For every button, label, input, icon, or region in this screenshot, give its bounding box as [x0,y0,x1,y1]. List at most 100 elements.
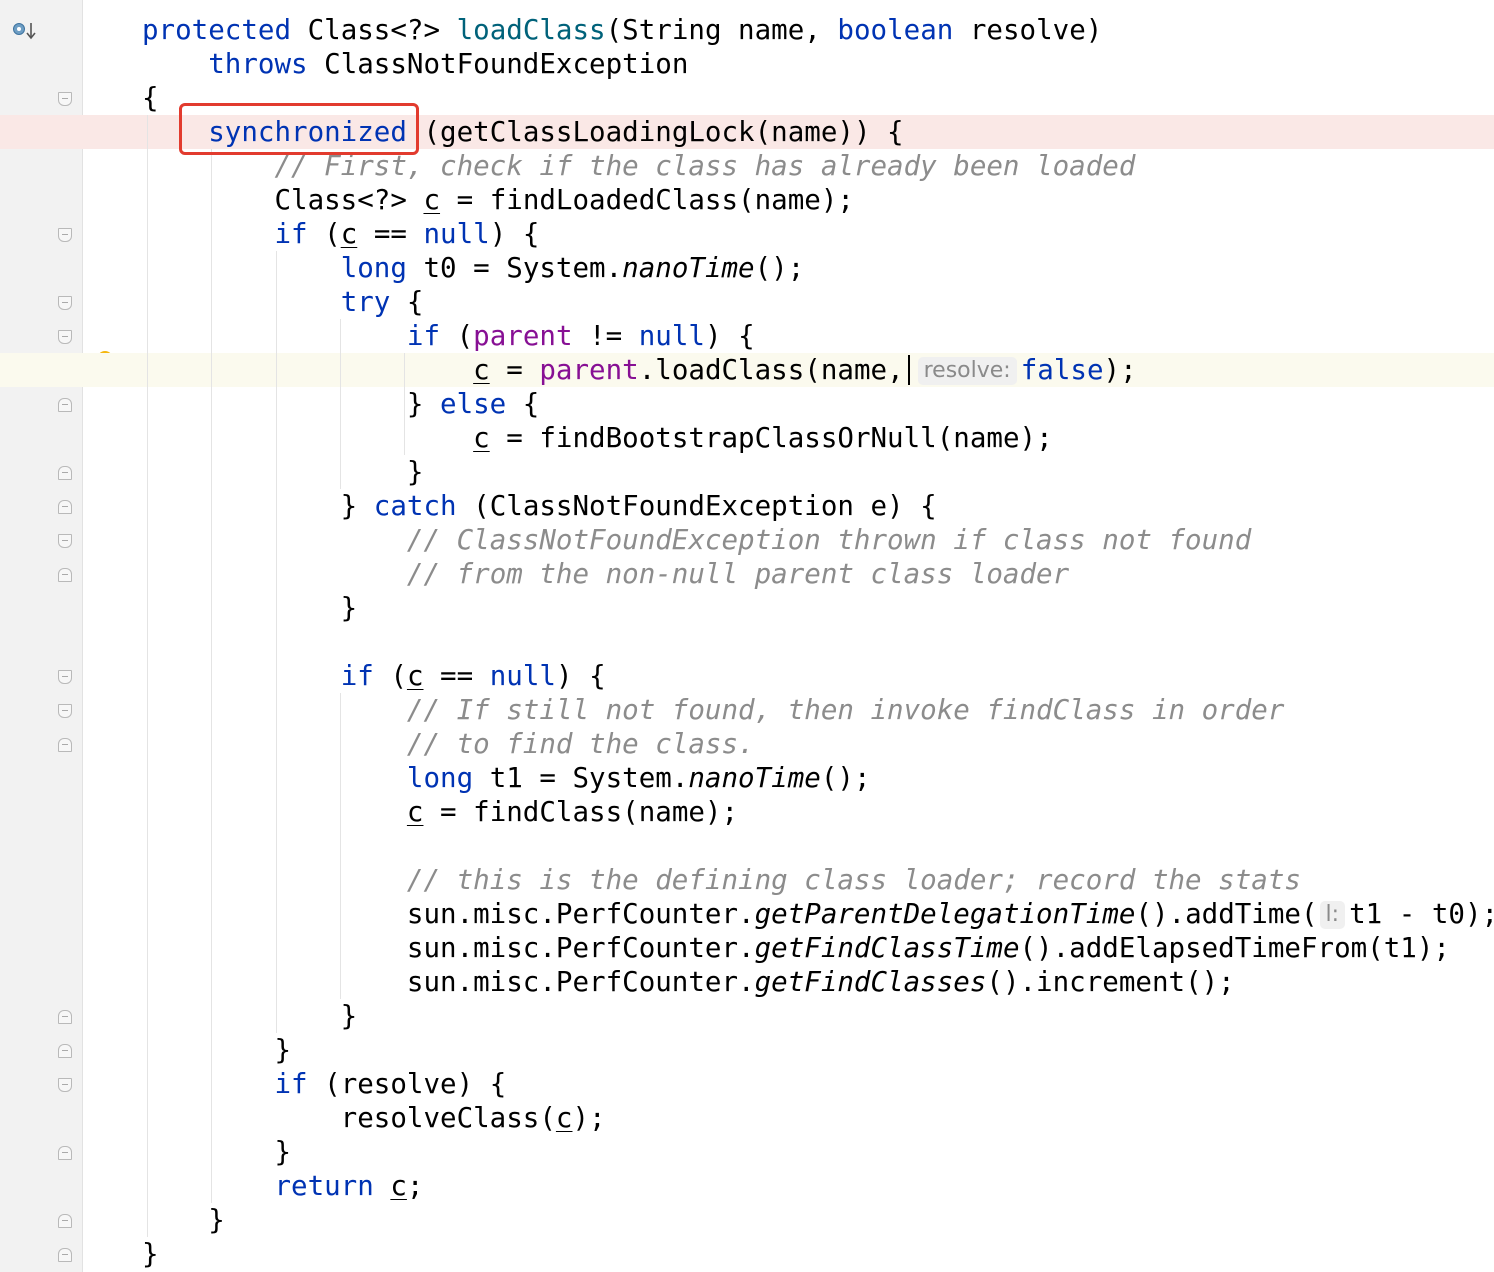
code-line[interactable]: // this is the defining class loader; re… [0,863,1494,897]
code-line[interactable]: } [0,1237,1494,1271]
code-token: != [572,320,639,352]
code-token: ( [440,320,474,352]
code-text: sun.misc.PerfCounter.getFindClasses().in… [142,965,1235,999]
code-token: (String name, [605,14,838,46]
code-text: // from the non-null parent class loader [142,557,1069,591]
code-text: { [142,81,159,115]
code-text: protected Class<?> loadClass(String name… [142,13,1102,47]
code-token: } [142,1136,292,1168]
code-token: = findClass(name); [423,796,739,828]
variable-token: c [473,354,490,386]
code-line[interactable]: // to find the class. [0,727,1494,761]
code-token: } [142,456,424,488]
code-token: = [489,354,540,386]
code-line[interactable]: } catch (ClassNotFoundException e) { [0,489,1494,523]
code-line[interactable]: sun.misc.PerfCounter.getFindClassTime().… [0,931,1494,965]
code-text: } [142,1237,159,1271]
code-text: } [142,1135,291,1169]
code-token: Class<?> [142,184,424,216]
code-text: c = findClass(name); [142,795,738,829]
code-token: (); [754,252,805,284]
code-line[interactable]: if (c == null) { [0,659,1494,693]
code-token: getParentDelegationTime [754,898,1136,930]
parameter-hint: l: [1319,901,1346,929]
comment-token: // to find the class. [406,728,755,760]
code-line[interactable]: resolveClass(c); [0,1101,1494,1135]
code-line[interactable]: sun.misc.PerfCounter.getParentDelegation… [0,897,1494,931]
code-line[interactable]: // If still not found, then invoke findC… [0,693,1494,727]
code-line[interactable]: } [0,1135,1494,1169]
code-line[interactable]: long t1 = System.nanoTime(); [0,761,1494,795]
code-line[interactable]: try { [0,285,1494,319]
keyword-token: long [340,252,407,284]
code-token: ; [406,1170,424,1202]
code-token: == [423,660,490,692]
code-token: ) { [555,660,606,692]
code-token: = findLoadedClass(name); [440,184,854,216]
code-line[interactable]: c = findClass(name); [0,795,1494,829]
code-line[interactable]: } [0,1033,1494,1067]
code-line[interactable]: c = parent.loadClass(name, resolve: false)… [0,353,1494,387]
code-line[interactable]: if (c == null) { [0,217,1494,251]
code-line[interactable]: c = findBootstrapClassOrNull(name); [0,421,1494,455]
code-token: ); [1103,354,1137,386]
code-token: } [142,1238,159,1270]
code-line[interactable]: return c; [0,1169,1494,1203]
code-text: throws ClassNotFoundException [142,47,688,81]
code-token: sun.misc.PerfCounter. [142,932,755,964]
code-line[interactable]: if (resolve) { [0,1067,1494,1101]
keyword-token: false [1020,354,1104,386]
method-name-token: loadClass [456,14,606,46]
code-text: } [142,1203,225,1237]
code-editor[interactable]: protected Class<?> loadClass(String name… [0,0,1494,1272]
code-token: t1 - t0); [1349,898,1494,930]
code-text: if (resolve) { [142,1067,506,1101]
keyword-token: protected [142,14,308,46]
code-text: } [142,1033,291,1067]
code-text: resolveClass(c); [142,1101,606,1135]
code-text: // ClassNotFoundException thrown if clas… [142,523,1251,557]
code-line[interactable]: } [0,1203,1494,1237]
code-line[interactable]: } [0,455,1494,489]
code-token: .loadClass(name, [638,354,904,386]
code-line[interactable]: } [0,591,1494,625]
code-text: // this is the defining class loader; re… [142,863,1301,897]
code-line[interactable]: // from the non-null parent class loader [0,557,1494,591]
code-line[interactable]: if (parent != null) { [0,319,1494,353]
code-token: ().addTime( [1135,898,1318,930]
code-line[interactable]: } [0,999,1494,1033]
code-line[interactable]: Class<?> c = findLoadedClass(name); [0,183,1494,217]
code-token: nanoTime [622,252,755,284]
code-token: == [357,218,424,250]
code-token: ( [373,660,407,692]
text-caret [907,355,910,385]
keyword-token: try [340,286,391,318]
code-line[interactable]: long t0 = System.nanoTime(); [0,251,1494,285]
code-line[interactable]: throws ClassNotFoundException [0,47,1494,81]
keyword-token: catch [373,490,457,522]
variable-token: c [555,1102,573,1134]
comment-token: // If still not found, then invoke findC… [406,694,1285,726]
code-line[interactable]: protected Class<?> loadClass(String name… [0,13,1494,47]
variable-token: c [340,218,358,250]
comment-token: // this is the defining class loader; re… [406,864,1301,896]
code-token: resolve) [953,14,1103,46]
code-token: nanoTime [688,762,821,794]
annotation-highlight-box [179,103,419,155]
code-line[interactable]: sun.misc.PerfCounter.getFindClasses().in… [0,965,1494,999]
variable-token: c [423,184,441,216]
code-token: getFindClasses [754,966,987,998]
code-line[interactable]: // ClassNotFoundException thrown if clas… [0,523,1494,557]
code-text: } [142,455,424,489]
code-line[interactable]: } else { [0,387,1494,421]
code-token: } [142,592,358,624]
code-token: { [142,82,159,114]
comment-token: // ClassNotFoundException thrown if clas… [406,524,1252,556]
